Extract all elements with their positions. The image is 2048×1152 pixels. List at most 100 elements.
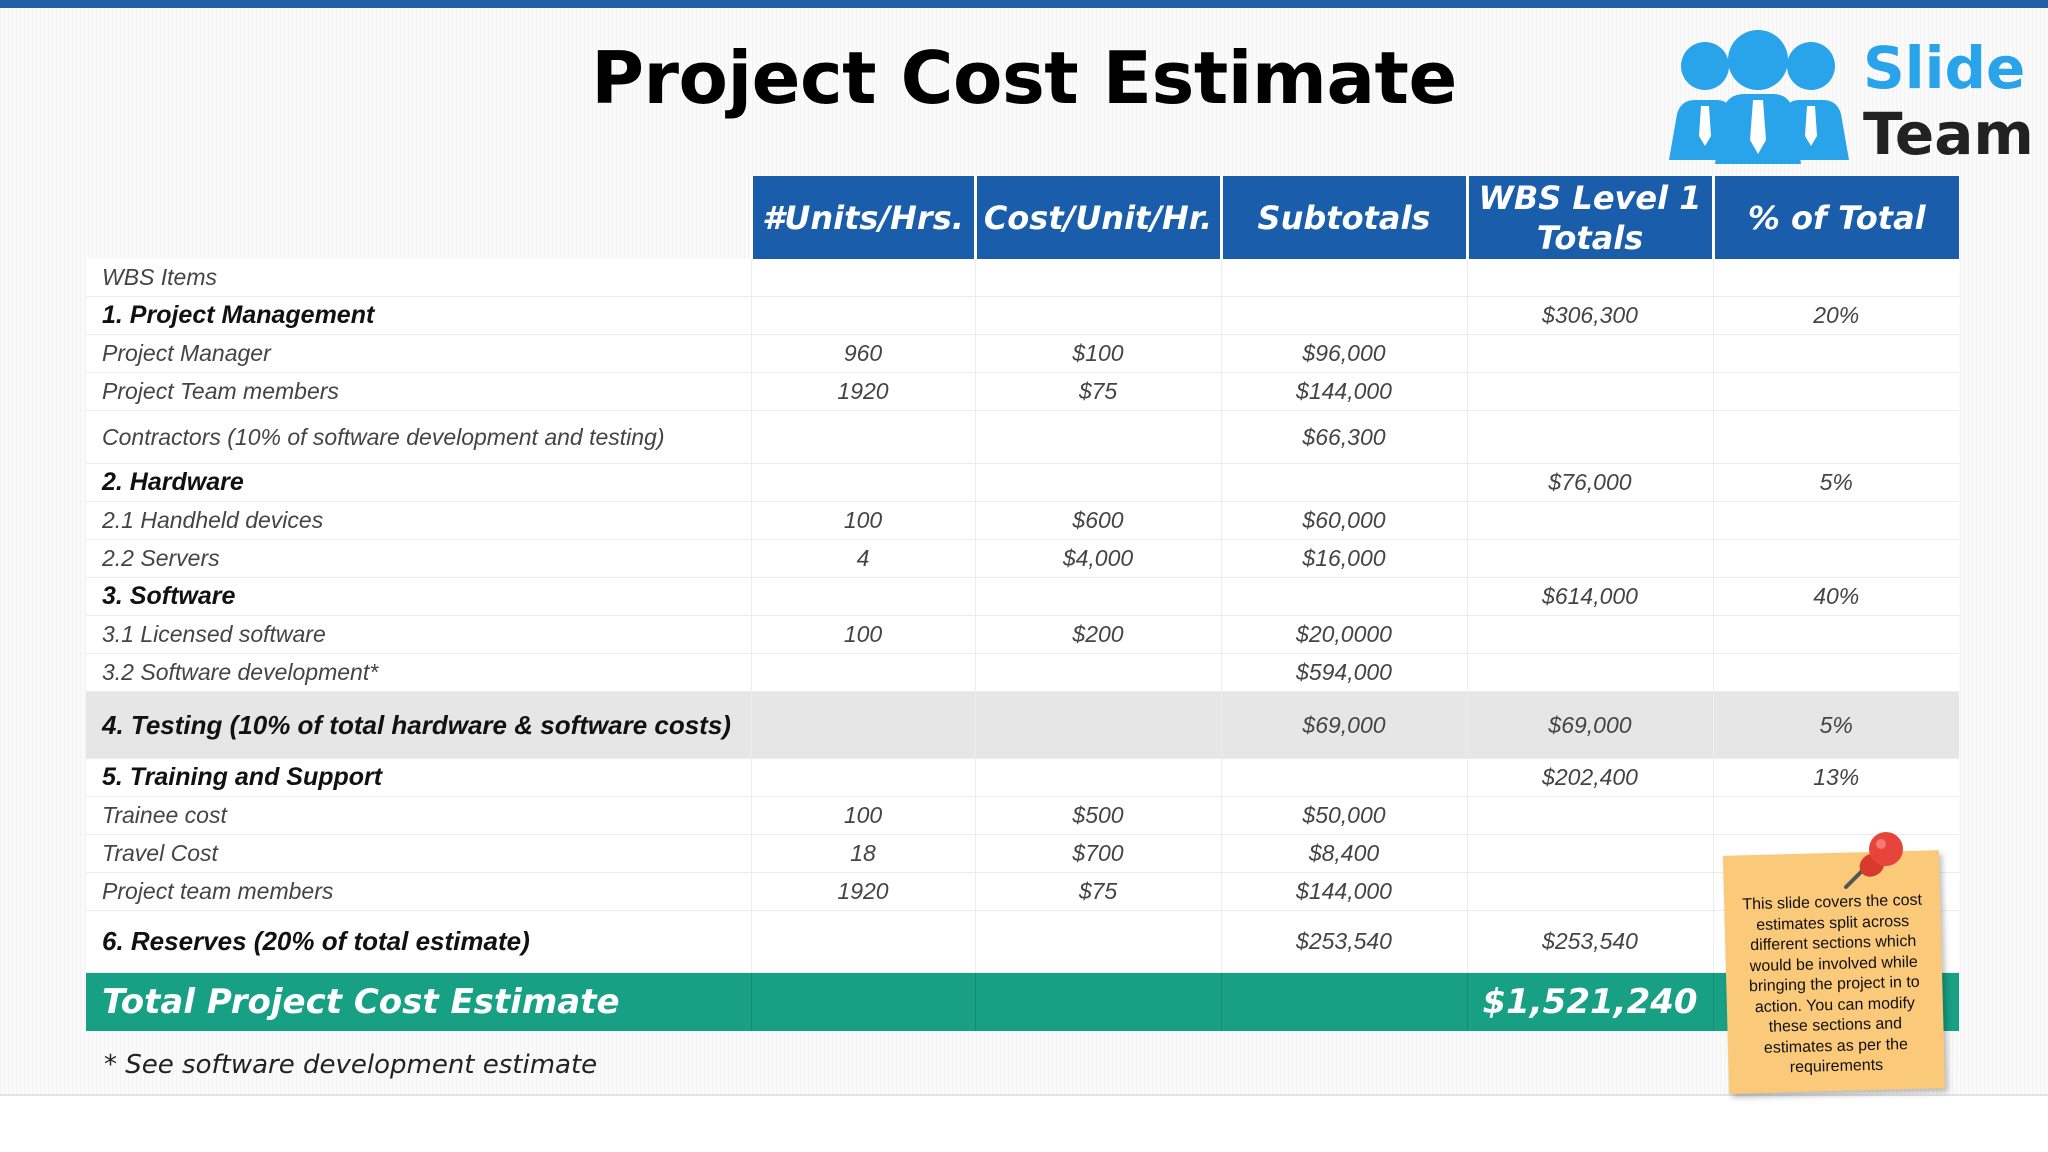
percent-cell: 5% xyxy=(1712,463,1959,502)
units-cell: 960 xyxy=(750,334,975,373)
column-header-percent: % of Total xyxy=(1711,176,1959,259)
top-accent-bar xyxy=(0,0,2048,8)
subtotal-cell xyxy=(1220,577,1467,616)
table-row: Project team members 1920 $75 $144,000 xyxy=(86,872,1959,911)
table-row: 5. Training and Support $202,400 13% xyxy=(86,758,1959,797)
wbs-total-cell xyxy=(1466,872,1713,911)
table-row: Trainee cost 100 $500 $50,000 xyxy=(86,796,1959,835)
percent-cell xyxy=(1712,501,1959,540)
wbs-total-cell xyxy=(1466,796,1713,835)
percent-cell: 40% xyxy=(1712,577,1959,616)
row-label: 2. Hardware xyxy=(86,463,751,502)
table-row: Project Team members 1920 $75 $144,000 xyxy=(86,372,1959,411)
units-cell xyxy=(750,463,975,502)
row-label: 3.2 Software development* xyxy=(86,653,751,692)
table-row: 6. Reserves (20% of total estimate) $253… xyxy=(86,910,1959,973)
subtotal-cell: $16,000 xyxy=(1220,539,1467,578)
percent-cell xyxy=(1712,334,1959,373)
percent-cell xyxy=(1712,410,1959,464)
cost-cell: $700 xyxy=(974,834,1221,873)
cost-cell: $500 xyxy=(974,796,1221,835)
cost-cell: $75 xyxy=(974,372,1221,411)
units-cell xyxy=(750,410,975,464)
row-label: Project Manager xyxy=(86,334,751,373)
wbs-total-cell: $306,300 xyxy=(1466,296,1713,335)
wbs-total-cell: $202,400 xyxy=(1466,758,1713,797)
cost-cell xyxy=(974,758,1221,797)
row-label: Trainee cost xyxy=(86,796,751,835)
total-blank-cell xyxy=(974,972,1221,1031)
cost-cell xyxy=(974,910,1221,973)
wbs-total-cell xyxy=(1466,539,1713,578)
wbs-total-cell xyxy=(1466,653,1713,692)
logo-text-slide: Slide xyxy=(1863,34,2026,102)
row-label: 5. Training and Support xyxy=(86,758,751,797)
percent-cell: 20% xyxy=(1712,296,1959,335)
sticky-note-text: This slide covers the cost estimates spl… xyxy=(1742,891,1923,1077)
logo-text-team: Team xyxy=(1863,100,2034,168)
units-cell: 100 xyxy=(750,796,975,835)
subtotal-cell: $144,000 xyxy=(1220,872,1467,911)
cost-cell xyxy=(974,653,1221,692)
table-row: 3.1 Licensed software 100 $200 $20,0000 xyxy=(86,615,1959,654)
units-cell xyxy=(750,577,975,616)
cost-cell: $200 xyxy=(974,615,1221,654)
row-label: Contractors (10% of software development… xyxy=(86,410,751,464)
table-row: 3.2 Software development* $594,000 xyxy=(86,653,1959,692)
wbs-total-cell xyxy=(1466,501,1713,540)
total-label: Total Project Cost Estimate xyxy=(86,972,751,1031)
header-blank-cell xyxy=(86,176,751,259)
wbs-total-cell xyxy=(1466,834,1713,873)
cost-cell xyxy=(974,463,1221,502)
units-cell: 100 xyxy=(750,615,975,654)
row-label: Project Team members xyxy=(86,372,751,411)
total-blank-cell xyxy=(750,972,975,1031)
percent-cell xyxy=(1712,796,1959,835)
row-label: 4. Testing (10% of total hardware & soft… xyxy=(86,691,751,759)
wbs-total-cell: $69,000 xyxy=(1466,691,1713,759)
units-cell: 18 xyxy=(750,834,975,873)
column-header-units: #Units/Hrs. xyxy=(749,176,975,259)
wbs-total-cell: $614,000 xyxy=(1466,577,1713,616)
cost-cell xyxy=(974,296,1221,335)
wbs-total-cell: $76,000 xyxy=(1466,463,1713,502)
row-label: 2.1 Handheld devices xyxy=(86,501,751,540)
table-row: Travel Cost 18 $700 $8,400 xyxy=(86,834,1959,873)
row-label: 1. Project Management xyxy=(86,296,751,335)
cost-cell: $100 xyxy=(974,334,1221,373)
percent-cell xyxy=(1712,615,1959,654)
units-cell: 1920 xyxy=(750,372,975,411)
wbs-total-cell: $253,540 xyxy=(1466,910,1713,973)
row-label: Travel Cost xyxy=(86,834,751,873)
total-blank-cell xyxy=(1220,972,1467,1031)
subtotal-cell: $253,540 xyxy=(1220,910,1467,973)
subtotal-cell: $96,000 xyxy=(1220,334,1467,373)
subtotal-cell: $20,0000 xyxy=(1220,615,1467,654)
total-row: Total Project Cost Estimate $1,521,240 xyxy=(86,972,1959,1031)
units-cell: 4 xyxy=(750,539,975,578)
table-row: 1. Project Management $306,300 20% xyxy=(86,296,1959,335)
row-label: 3.1 Licensed software xyxy=(86,615,751,654)
table-row: 2.2 Servers 4 $4,000 $16,000 xyxy=(86,539,1959,578)
wbs-total-cell xyxy=(1466,259,1713,297)
cost-cell: $75 xyxy=(974,872,1221,911)
subtotal-cell: $594,000 xyxy=(1220,653,1467,692)
subtotal-cell: $144,000 xyxy=(1220,372,1467,411)
wbs-total-cell xyxy=(1466,372,1713,411)
footnote: * See software development estimate xyxy=(104,1050,598,1080)
units-cell xyxy=(750,653,975,692)
subtotal-cell xyxy=(1220,296,1467,335)
percent-cell: 13% xyxy=(1712,758,1959,797)
row-label: 6. Reserves (20% of total estimate) xyxy=(86,910,751,973)
column-header-cost: Cost/Unit/Hr. xyxy=(973,176,1221,259)
wbs-total-cell xyxy=(1466,615,1713,654)
subtotal-cell: $66,300 xyxy=(1220,410,1467,464)
units-cell: 1920 xyxy=(750,872,975,911)
percent-cell xyxy=(1712,259,1959,297)
table-row: 3. Software $614,000 40% xyxy=(86,577,1959,616)
wbs-total-cell xyxy=(1466,410,1713,464)
units-cell xyxy=(750,691,975,759)
pushpin-icon xyxy=(1844,832,1903,889)
row-label: 3. Software xyxy=(86,577,751,616)
column-header-subtotals: Subtotals xyxy=(1219,176,1467,259)
